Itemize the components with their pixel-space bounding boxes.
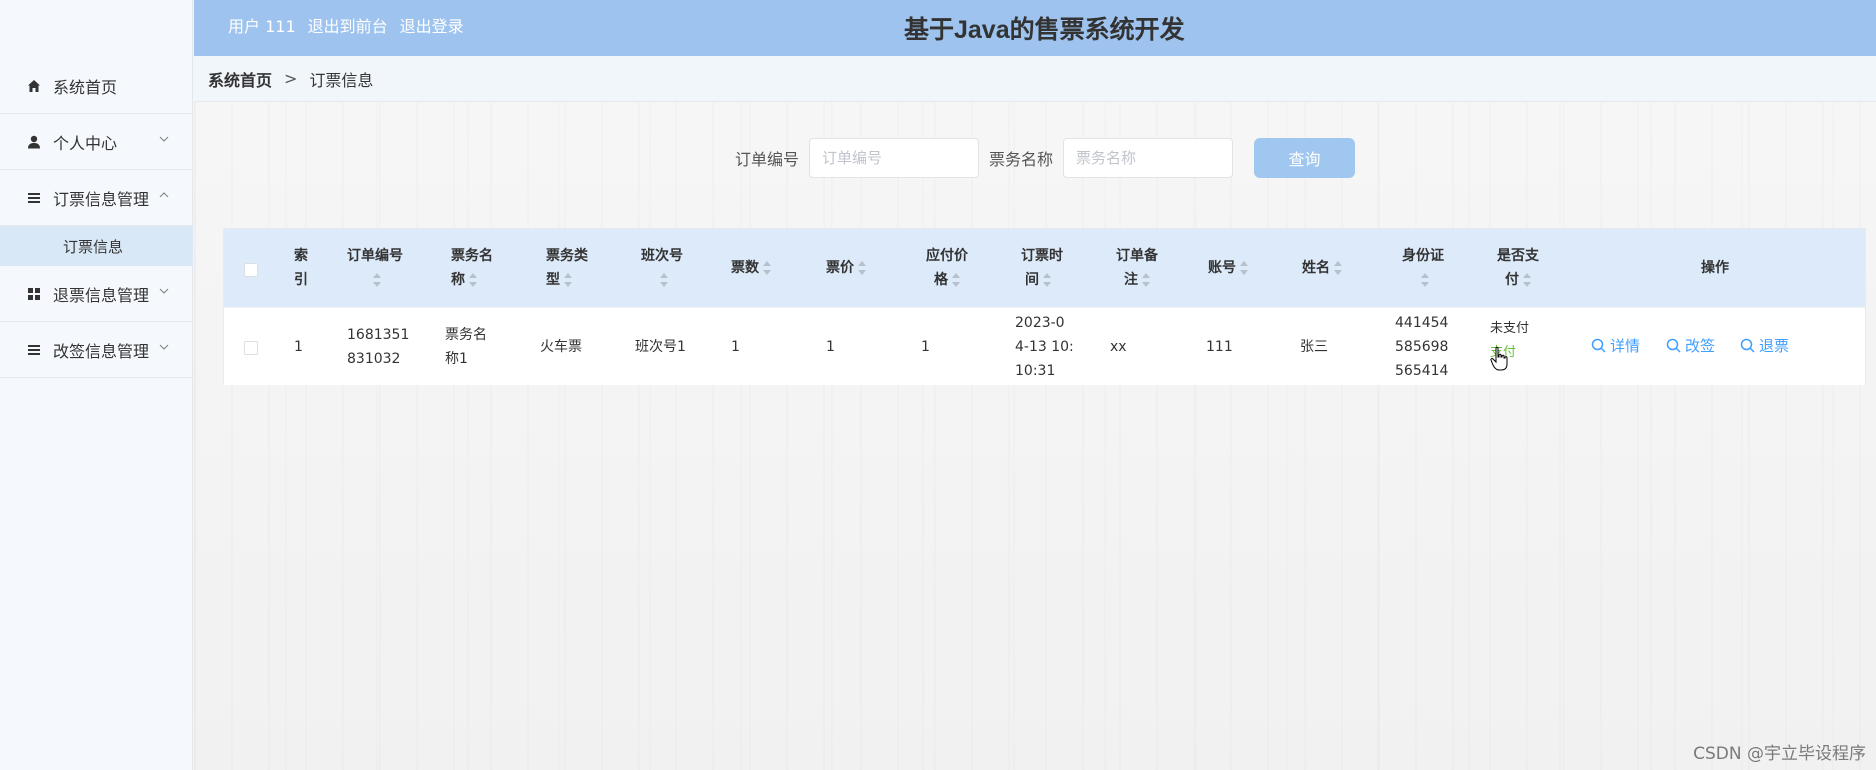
sort-icon[interactable]	[469, 273, 477, 287]
header-actions: 操作	[1701, 260, 1729, 276]
select-all-checkbox[interactable]	[244, 263, 258, 277]
main-content-area	[194, 102, 1876, 770]
sort-icon[interactable]	[564, 273, 572, 287]
cell-remark: xx	[1110, 339, 1127, 355]
menu-icon	[25, 341, 43, 359]
sort-icon[interactable]	[1043, 273, 1051, 287]
table-header: 索 引 订单编号 票务名 称 票务类 型 班次号 票数 票价 应付价 格 订票时…	[224, 229, 1865, 307]
cell-ticket-name: 票务名 称1	[445, 327, 487, 367]
sidebar-item-change-manage[interactable]: 改签信息管理	[0, 322, 193, 378]
logout-link[interactable]: 退出登录	[400, 13, 464, 37]
page-title: 基于Java的售票系统开发	[904, 16, 1185, 44]
header-name[interactable]: 姓名	[1302, 256, 1342, 280]
header-index[interactable]: 索 引	[294, 244, 308, 292]
menu-icon	[25, 189, 43, 207]
top-header: 用户 111 退出到前台 退出登录 基于Java的售票系统开发	[194, 0, 1876, 56]
sidebar: 系统首页 个人中心 订票信息管理 订票信息 退票信息管理 改签信息管理	[0, 0, 193, 770]
search-icon	[1740, 338, 1755, 353]
search-button[interactable]: 查询	[1254, 138, 1356, 178]
watermark: CSDN @宇立毕设程序	[1693, 744, 1866, 764]
cell-id-card: 441454 585698 565414	[1395, 315, 1449, 379]
sidebar-item-label: 系统首页	[53, 77, 118, 97]
cell-order-time: 2023-0 4-13 10: 10:31	[1015, 315, 1074, 379]
breadcrumb-separator: >	[284, 69, 298, 88]
cell-index: 1	[294, 339, 303, 355]
header-price[interactable]: 票价	[826, 256, 866, 280]
chevron-down-icon	[159, 136, 169, 142]
sidebar-menu: 系统首页 个人中心 订票信息管理 订票信息 退票信息管理 改签信息管理	[0, 58, 193, 378]
header-ticket-type[interactable]: 票务类 型	[546, 244, 588, 292]
sort-icon[interactable]	[660, 273, 668, 287]
booking-table: 索 引 订单编号 票务名 称 票务类 型 班次号 票数 票价 应付价 格 订票时…	[223, 228, 1866, 385]
chevron-up-icon	[159, 192, 169, 198]
header-ticket-name[interactable]: 票务名 称	[451, 244, 493, 292]
cell-order-no: 1681351 831032	[347, 327, 410, 367]
order-no-label: 订单编号	[735, 150, 800, 169]
user-icon	[25, 133, 43, 151]
cell-payable: 1	[921, 339, 930, 355]
sort-icon[interactable]	[1142, 273, 1150, 287]
paid-status: 未支付	[1490, 321, 1530, 336]
header-paid[interactable]: 是否支 付	[1497, 244, 1539, 292]
sort-icon[interactable]	[373, 273, 381, 287]
breadcrumb: 系统首页 > 订票信息	[194, 56, 1876, 102]
cell-account: 111	[1206, 339, 1233, 355]
sort-icon[interactable]	[763, 261, 771, 275]
sidebar-subitem-label: 订票信息	[63, 237, 124, 256]
sidebar-item-home[interactable]: 系统首页	[0, 58, 193, 114]
row-checkbox[interactable]	[244, 341, 258, 355]
sidebar-item-label: 订票信息管理	[53, 189, 150, 209]
order-no-input[interactable]	[809, 138, 980, 178]
sort-icon[interactable]	[1421, 273, 1429, 287]
chevron-down-icon	[159, 344, 169, 350]
hand-cursor-icon	[1490, 346, 1508, 371]
search-icon	[1666, 338, 1681, 353]
sort-icon[interactable]	[1240, 261, 1248, 275]
cell-count: 1	[731, 339, 740, 355]
sidebar-item-profile[interactable]: 个人中心	[0, 114, 193, 170]
home-icon	[25, 77, 43, 95]
breadcrumb-home[interactable]: 系统首页	[208, 67, 272, 91]
cell-name: 张三	[1300, 339, 1328, 355]
change-button[interactable]: 改签	[1666, 335, 1715, 356]
header-train-no[interactable]: 班次号	[641, 244, 683, 292]
ticket-name-input[interactable]	[1063, 138, 1234, 178]
header-order-no[interactable]: 订单编号	[347, 244, 403, 292]
user-label: 用户 111	[228, 17, 296, 36]
search-bar: 订单编号 票务名称 查询	[735, 138, 1356, 178]
breadcrumb-current: 订票信息	[309, 70, 374, 90]
sort-icon[interactable]	[952, 273, 960, 287]
header-count[interactable]: 票数	[731, 256, 771, 280]
grid-icon	[25, 285, 43, 303]
header-payable[interactable]: 应付价 格	[926, 244, 968, 292]
ticket-name-label: 票务名称	[989, 150, 1054, 169]
cell-price: 1	[826, 339, 835, 355]
detail-button[interactable]: 详情	[1591, 335, 1640, 356]
cell-train-no: 班次号1	[635, 339, 686, 355]
chevron-down-icon	[159, 288, 169, 294]
sidebar-item-refund-manage[interactable]: 退票信息管理	[0, 266, 193, 322]
search-icon	[1591, 338, 1606, 353]
header-links: 用户 111 退出到前台 退出登录	[228, 13, 464, 37]
table-row[interactable]: 1 1681351 831032 票务名 称1 火车票 班次号1 1 1 1 2…	[224, 307, 1865, 385]
header-id-card[interactable]: 身份证	[1402, 244, 1444, 292]
refund-button[interactable]: 退票	[1740, 335, 1789, 356]
sidebar-item-label: 退票信息管理	[53, 285, 150, 305]
sidebar-item-label: 改签信息管理	[53, 341, 150, 361]
sidebar-item-label: 个人中心	[53, 133, 118, 153]
header-account[interactable]: 账号	[1208, 256, 1248, 280]
sort-icon[interactable]	[858, 261, 866, 275]
cell-ticket-type: 火车票	[540, 339, 582, 355]
sort-icon[interactable]	[1523, 273, 1531, 287]
sidebar-item-booking-manage[interactable]: 订票信息管理	[0, 170, 193, 226]
sort-icon[interactable]	[1334, 261, 1342, 275]
header-order-time[interactable]: 订票时 间	[1021, 244, 1063, 292]
back-to-front-link[interactable]: 退出到前台	[308, 13, 388, 37]
header-remark[interactable]: 订单备 注	[1116, 244, 1158, 292]
sidebar-subitem-booking-info[interactable]: 订票信息	[0, 226, 193, 266]
